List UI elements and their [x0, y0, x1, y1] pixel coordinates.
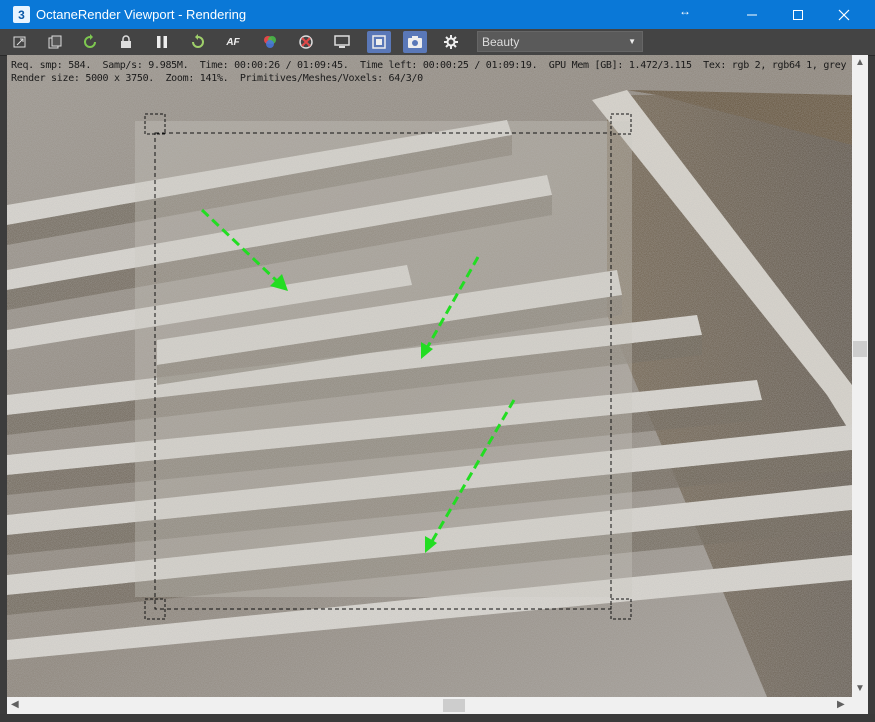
scroll-down-icon[interactable]: ▼: [855, 683, 865, 694]
region-render-icon: [299, 35, 313, 49]
pause-render-icon: [157, 36, 167, 48]
scroll-left-icon[interactable]: ◀: [11, 699, 19, 710]
copy-to-clipboard-button[interactable]: [43, 31, 67, 53]
settings-gear-icon: [444, 35, 458, 49]
minimize-icon: [747, 14, 757, 15]
horizontal-scroll-thumb[interactable]: [443, 699, 465, 712]
minimize-button[interactable]: [729, 0, 775, 29]
pause-render-button[interactable]: [150, 31, 174, 53]
stats-line-2: Render size: 5000 x 3750. Zoom: 141%. Pr…: [11, 73, 423, 84]
horizontal-scrollbar[interactable]: ◀ ▶: [7, 697, 868, 714]
camera-button[interactable]: [403, 31, 427, 53]
stats-line-1: Req. smp: 584. Samp/s: 9.985M. Time: 00:…: [11, 60, 852, 71]
scroll-right-icon[interactable]: ▶: [837, 699, 845, 710]
region-render-button[interactable]: [294, 31, 318, 53]
title-bar: 3 OctaneRender Viewport - Rendering ↔: [0, 0, 875, 29]
auto-focus-button[interactable]: AF: [221, 31, 245, 53]
render-image: [7, 55, 852, 697]
bottom-strip: [0, 714, 875, 722]
recenter-view-icon: [13, 36, 26, 48]
app-icon-label: 3: [18, 7, 25, 22]
lock-button[interactable]: [114, 31, 138, 53]
film-region-button[interactable]: [367, 31, 391, 53]
toolbar: AF Beauty ▼: [0, 29, 875, 56]
camera-icon: [408, 36, 422, 48]
reset-render-icon: [84, 34, 96, 48]
display-settings-icon: [334, 35, 350, 48]
render-pass-select[interactable]: Beauty ▼: [477, 31, 643, 52]
settings-gear-button[interactable]: [439, 31, 463, 53]
render-statistics: Req. smp: 584. Samp/s: 9.985M. Time: 00:…: [11, 59, 852, 85]
resize-icon: ↔: [679, 4, 691, 18]
restart-render-button[interactable]: [186, 31, 210, 53]
app-icon: 3: [13, 6, 30, 23]
close-icon: [838, 9, 850, 20]
copy-to-clipboard-icon: [48, 35, 62, 49]
display-settings-button[interactable]: [330, 31, 354, 53]
maximize-icon: [793, 9, 803, 20]
vertical-scroll-thumb[interactable]: [853, 341, 867, 357]
color-picker-icon: [264, 36, 276, 48]
scroll-up-icon[interactable]: ▲: [855, 57, 865, 68]
film-region-icon: [372, 35, 386, 49]
render-viewport[interactable]: Req. smp: 584. Samp/s: 9.985M. Time: 00:…: [7, 55, 852, 697]
lock-icon: [121, 35, 131, 48]
maximize-button[interactable]: [775, 0, 821, 29]
close-button[interactable]: [821, 0, 867, 29]
chevron-down-icon: ▼: [628, 37, 636, 46]
auto-focus-icon: AF: [226, 36, 240, 48]
render-pass-value: Beauty: [482, 35, 520, 49]
restart-render-icon: [192, 34, 204, 48]
window-title: OctaneRender Viewport - Rendering: [36, 7, 247, 22]
color-picker-button[interactable]: [258, 31, 282, 53]
reset-render-button[interactable]: [78, 31, 102, 53]
vertical-scrollbar[interactable]: ▲ ▼: [852, 55, 868, 697]
recenter-view-button[interactable]: [8, 31, 32, 53]
